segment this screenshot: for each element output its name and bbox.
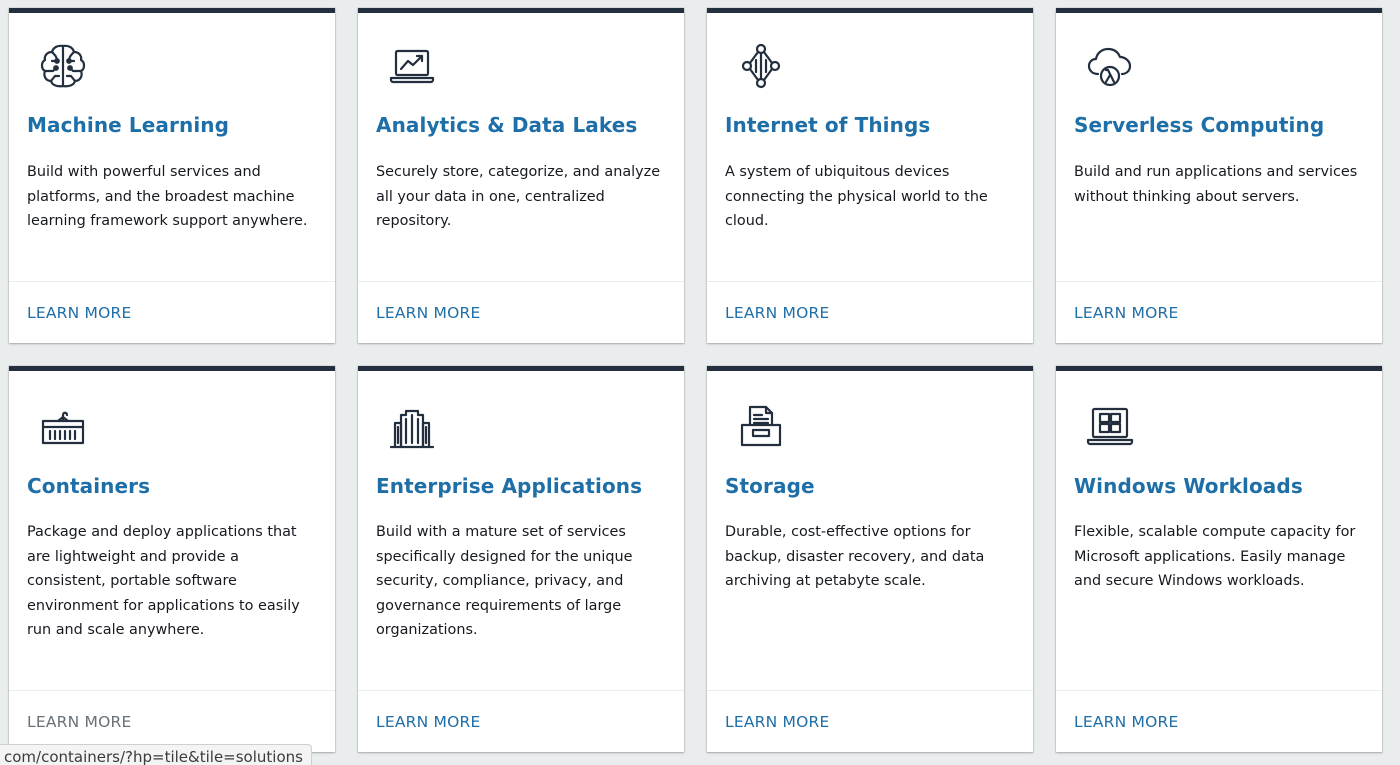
card-description: Securely store, categorize, and analyze … <box>376 164 661 230</box>
card-body: Analytics & Data Lakes Securely store, c… <box>358 13 684 281</box>
card-title[interactable]: Internet of Things <box>725 111 1021 139</box>
card-body: Storage Durable, cost-effective options … <box>707 371 1033 690</box>
container-icon <box>37 401 89 453</box>
card-footer: LEARN MORE <box>707 690 1033 752</box>
status-bar-url: com/containers/?hp=tile&tile=solutions <box>0 744 312 765</box>
iot-network-icon <box>735 40 787 92</box>
card-description: Package and deploy applications that are… <box>27 524 300 639</box>
card-storage[interactable]: Storage Durable, cost-effective options … <box>707 366 1033 752</box>
solutions-grid: Machine Learning Build with powerful ser… <box>0 0 1400 765</box>
brain-icon <box>37 40 89 92</box>
card-analytics-data-lakes[interactable]: Analytics & Data Lakes Securely store, c… <box>358 8 684 343</box>
card-footer: LEARN MORE <box>358 281 684 343</box>
card-body: Enterprise Applications Build with a mat… <box>358 371 684 690</box>
learn-more-link[interactable]: LEARN MORE <box>27 304 131 322</box>
archive-box-icon <box>735 401 787 453</box>
card-footer: LEARN MORE <box>358 690 684 752</box>
card-body: Internet of Things A system of ubiquitou… <box>707 13 1033 281</box>
card-title[interactable]: Machine Learning <box>27 111 323 139</box>
card-title[interactable]: Windows Workloads <box>1074 472 1370 500</box>
card-windows-workloads[interactable]: Windows Workloads Flexible, scalable com… <box>1056 366 1382 752</box>
card-containers[interactable]: Containers Package and deploy applicatio… <box>9 366 335 752</box>
windows-laptop-icon <box>1084 401 1136 453</box>
learn-more-link[interactable]: LEARN MORE <box>725 304 829 322</box>
card-description: Build and run applications and services … <box>1074 164 1358 205</box>
learn-more-link[interactable]: LEARN MORE <box>1074 304 1178 322</box>
card-description: Flexible, scalable compute capacity for … <box>1074 524 1356 590</box>
card-footer: LEARN MORE <box>9 690 335 752</box>
card-title[interactable]: Serverless Computing <box>1074 111 1370 139</box>
card-title[interactable]: Storage <box>725 472 1021 500</box>
learn-more-link[interactable]: LEARN MORE <box>725 713 829 731</box>
card-footer: LEARN MORE <box>1056 281 1382 343</box>
card-body: Windows Workloads Flexible, scalable com… <box>1056 371 1382 690</box>
card-description: Durable, cost-effective options for back… <box>725 524 985 590</box>
card-internet-of-things[interactable]: Internet of Things A system of ubiquitou… <box>707 8 1033 343</box>
card-title[interactable]: Containers <box>27 472 323 500</box>
learn-more-link[interactable]: LEARN MORE <box>376 304 480 322</box>
card-body: Serverless Computing Build and run appli… <box>1056 13 1382 281</box>
buildings-icon <box>386 401 438 453</box>
card-title[interactable]: Analytics & Data Lakes <box>376 111 672 139</box>
card-description: A system of ubiquitous devices connectin… <box>725 164 988 230</box>
card-serverless-computing[interactable]: Serverless Computing Build and run appli… <box>1056 8 1382 343</box>
card-body: Containers Package and deploy applicatio… <box>9 371 335 690</box>
card-footer: LEARN MORE <box>9 281 335 343</box>
learn-more-link[interactable]: LEARN MORE <box>376 713 480 731</box>
card-footer: LEARN MORE <box>707 281 1033 343</box>
learn-more-link[interactable]: LEARN MORE <box>27 713 131 731</box>
card-body: Machine Learning Build with powerful ser… <box>9 13 335 281</box>
cloud-lambda-icon <box>1084 40 1136 92</box>
card-description: Build with powerful services and platfor… <box>27 164 308 230</box>
card-footer: LEARN MORE <box>1056 690 1382 752</box>
card-title[interactable]: Enterprise Applications <box>376 472 672 500</box>
laptop-chart-icon <box>386 40 438 92</box>
learn-more-link[interactable]: LEARN MORE <box>1074 713 1178 731</box>
card-machine-learning[interactable]: Machine Learning Build with powerful ser… <box>9 8 335 343</box>
card-description: Build with a mature set of services spec… <box>376 524 633 639</box>
card-enterprise-applications[interactable]: Enterprise Applications Build with a mat… <box>358 366 684 752</box>
